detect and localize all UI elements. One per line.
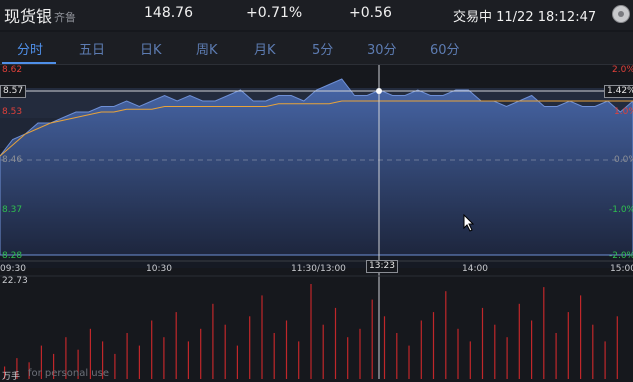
volume-bar — [580, 295, 582, 379]
volume-bar — [285, 320, 288, 379]
volume-bar — [249, 316, 251, 379]
time-label-close: 15:00 — [610, 264, 633, 274]
time-label-1400: 14:00 — [462, 264, 488, 274]
volume-bar — [457, 328, 459, 379]
volume-bar — [212, 303, 214, 379]
price-label-high: 8.62 — [2, 65, 23, 75]
volume-bar — [310, 284, 312, 379]
price-label-zero: 8.46 — [2, 155, 23, 165]
volume-bar — [432, 312, 435, 379]
price-label-low: 8.28 — [2, 251, 23, 261]
volume-bar — [187, 341, 189, 379]
crosshair-point — [376, 88, 382, 94]
volume-bar — [151, 320, 153, 379]
volume-bar — [518, 303, 520, 379]
time-label-1030: 10:30 — [146, 264, 172, 274]
intraday-chart[interactable] — [0, 0, 633, 379]
volume-bar — [334, 307, 337, 379]
volume-bar — [200, 328, 202, 379]
volume-bar — [616, 316, 618, 379]
volume-bar — [396, 333, 398, 379]
volume-bar — [408, 345, 410, 379]
volume-bar — [469, 341, 471, 379]
volume-bar — [506, 337, 508, 379]
crosshair-time-box: 13:23 — [366, 260, 398, 273]
pct-label-low: -2.0% — [609, 251, 633, 261]
volume-bar — [481, 307, 484, 379]
volume-max-label: 22.73 — [2, 276, 28, 286]
pct-label-lower: -1.0% — [609, 205, 633, 215]
volume-bar — [273, 333, 275, 379]
volume-bar — [445, 291, 447, 379]
volume-bar — [567, 312, 569, 379]
pct-label-zero: 0.0% — [614, 155, 633, 165]
volume-bar — [261, 295, 263, 379]
volume-bar — [114, 353, 116, 379]
volume-bar — [347, 337, 349, 379]
volume-bar — [494, 324, 496, 379]
volume-unit-label: 万手 — [2, 372, 21, 382]
volume-bar — [175, 312, 177, 379]
crosshair-price-box: 8.57 — [0, 85, 27, 98]
volume-bar — [604, 341, 606, 379]
volume-bar — [555, 333, 557, 379]
volume-bar — [420, 320, 422, 379]
time-label-open: 09:30 — [0, 264, 26, 274]
volume-bar — [592, 324, 594, 379]
watermark-text: for personal use — [28, 368, 109, 379]
volume-bar — [163, 337, 165, 379]
volume-bar — [138, 345, 140, 379]
time-label-midday: 11:30/13:00 — [291, 264, 346, 274]
price-label-lower: 8.37 — [2, 205, 23, 215]
volume-bar — [126, 333, 128, 379]
volume-bar — [322, 324, 324, 379]
volume-bar — [543, 287, 545, 379]
pct-label-upper: 1.0% — [614, 107, 633, 117]
volume-bar — [371, 299, 373, 379]
volume-bar — [236, 345, 238, 379]
volume-bar — [359, 328, 361, 379]
volume-bar — [531, 320, 533, 379]
volume-bar — [298, 341, 300, 379]
crosshair-pct-box: 1.42% — [604, 85, 633, 98]
volume-bar — [383, 316, 386, 379]
mouse-cursor-icon — [463, 214, 475, 232]
price-label-upper: 8.53 — [2, 107, 23, 117]
volume-bar — [224, 324, 226, 379]
pct-label-high: 2.0% — [612, 65, 633, 75]
